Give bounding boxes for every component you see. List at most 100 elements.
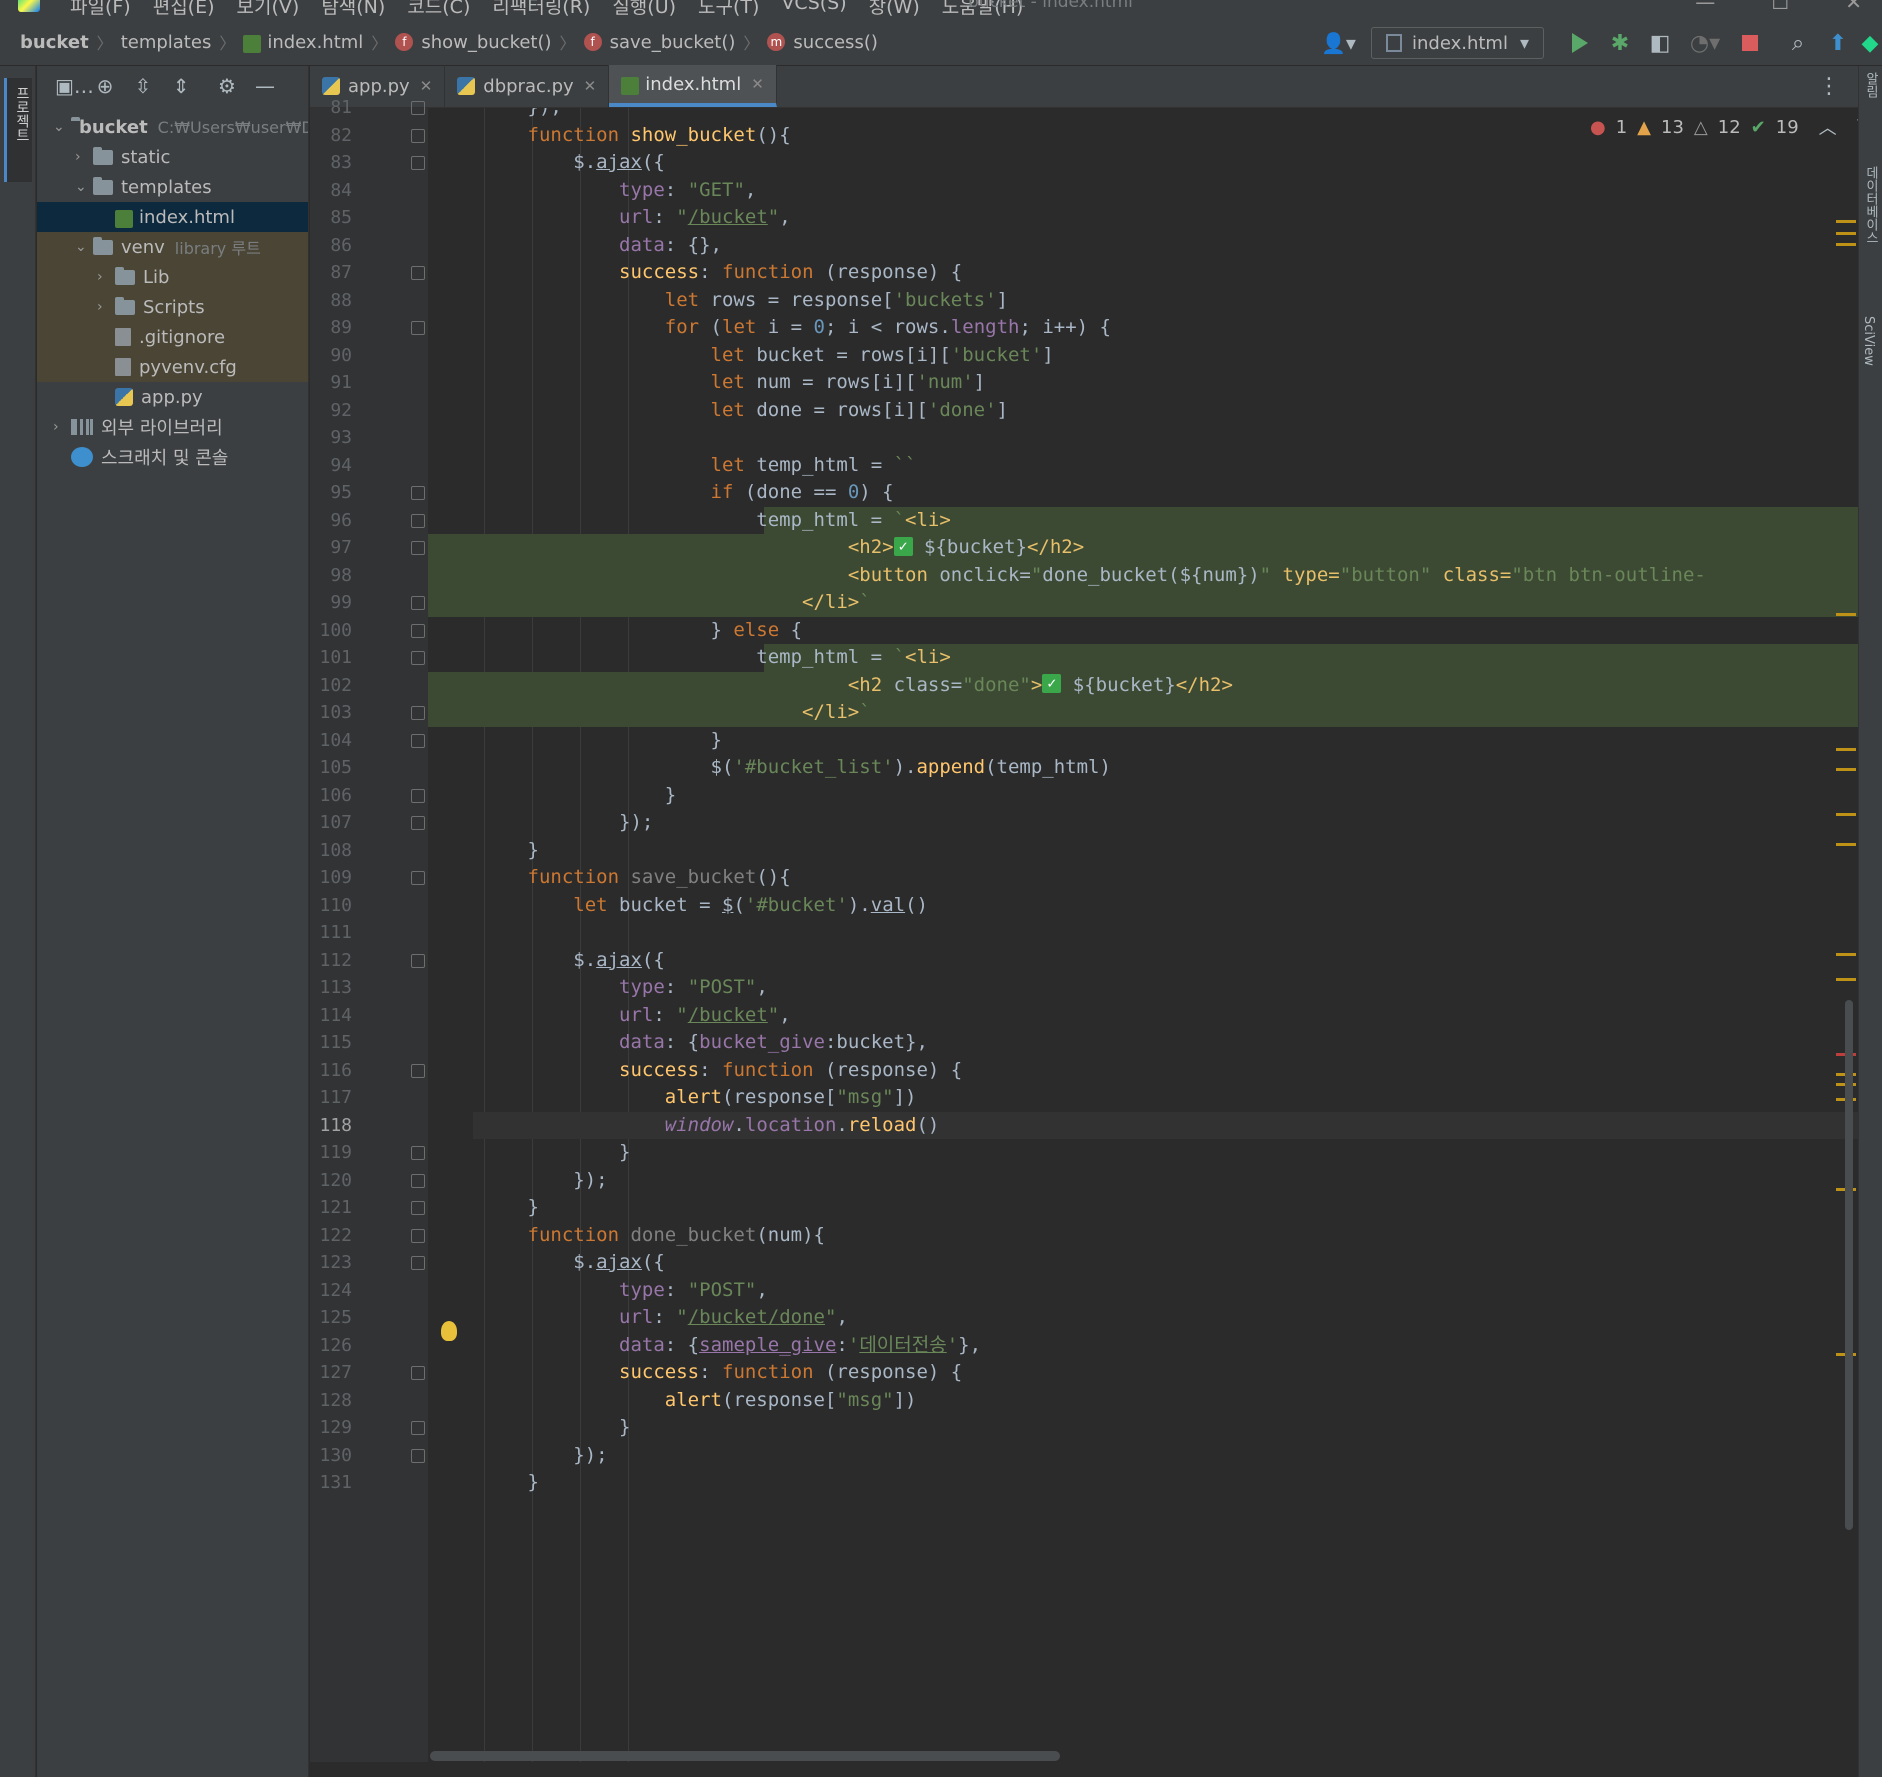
coverage-button[interactable]: ◧ [1640,28,1680,58]
fold-marker-icon[interactable] [411,871,425,885]
maximize-icon[interactable]: ☐ [1771,0,1789,14]
code-line[interactable]: url: "/bucket", [436,204,791,232]
code-line[interactable]: }); [436,108,562,122]
code-line[interactable]: let temp_html = `` [436,452,917,480]
fold-marker-icon[interactable] [411,541,425,555]
tree-item[interactable]: app.py [37,382,308,412]
run-button[interactable] [1560,28,1600,58]
error-stripe-mark[interactable] [1836,813,1856,816]
editor-tab[interactable]: dbprac.py ✕ [445,65,610,107]
code-line[interactable]: success: function (response) { [436,1359,962,1387]
code-line[interactable]: url: "/bucket", [436,1002,791,1030]
error-stripe-mark[interactable] [1836,953,1856,956]
code-line[interactable]: <h2> ✓ ${bucket}</h2> [436,534,1084,562]
tree-item[interactable]: ⌄ bucket C:₩Users₩user₩De [37,112,308,142]
code-line[interactable]: success: function (response) { [436,259,962,287]
code-line[interactable]: </li>` [436,699,871,727]
code-line[interactable]: temp_html = `<li> [436,644,951,672]
code-line[interactable]: $('#bucket_list').append(temp_html) [436,754,1111,782]
fold-marker-icon[interactable] [411,733,425,748]
fold-marker-icon[interactable] [411,128,425,143]
tree-item[interactable]: pyvenv.cfg [37,352,308,382]
tree-item[interactable]: .gitignore [37,322,308,352]
code-line[interactable]: data: {bucket_give:bucket}, [436,1029,928,1057]
fold-marker-icon[interactable] [411,1146,425,1160]
tree-item[interactable]: index.html [37,202,308,232]
close-icon[interactable]: ✕ [1845,0,1862,14]
fold-marker-icon[interactable] [411,816,425,830]
menu-item[interactable]: 파일(F) [70,0,131,18]
error-stripe-mark[interactable] [1836,613,1856,616]
menu-item[interactable]: 리팩터링(R) [492,0,590,18]
code-line[interactable]: for (let i = 0; i < rows.length; i++) { [436,314,1111,342]
code-line[interactable]: }); [436,1442,607,1470]
database-tool-tab[interactable]: 데이터베이스 [1861,166,1880,244]
code-line[interactable]: $.ajax({ [436,149,665,177]
code-line[interactable]: type: "POST", [436,974,768,1002]
error-stripe-mark[interactable] [1836,768,1856,771]
code-line[interactable]: <button onclick="done_bucket(${num})" ty… [436,562,1706,590]
menu-item[interactable]: 실행(U) [612,0,676,18]
expand-all-icon[interactable]: ⇳ [131,74,155,98]
stop-button[interactable] [1730,28,1770,58]
chevron-down-icon[interactable]: ⌄ [75,239,87,255]
notifications-tool-tab[interactable]: 알림 [1861,72,1880,98]
previous-problem-icon[interactable]: ︿ [1819,114,1837,140]
code-line[interactable]: alert(response["msg"]) [436,1084,917,1112]
fold-marker-icon[interactable] [411,1256,425,1270]
plugin-button[interactable]: ◆ [1858,28,1882,58]
code-line[interactable]: window.location.reload() [436,1112,940,1140]
menu-item[interactable]: 편집(E) [153,0,215,18]
code-line[interactable]: temp_html = `<li> [436,507,951,535]
fold-marker-icon[interactable] [411,1421,425,1435]
horizontal-scrollbar[interactable] [430,1751,1060,1761]
fold-marker-icon[interactable] [411,486,425,500]
code-line[interactable]: if (done == 0) { [436,479,894,507]
menu-item[interactable]: VCS(S) [781,0,846,18]
lightbulb-icon[interactable] [441,1321,457,1341]
search-button[interactable]: ⌕ [1778,28,1818,58]
collapse-all-icon[interactable]: ⇕ [169,74,193,98]
code-line[interactable]: $.ajax({ [436,947,665,975]
chevron-right-icon[interactable]: › [97,299,103,315]
tree-item[interactable]: › Lib [37,262,308,292]
close-tab-icon[interactable]: ✕ [420,77,433,95]
fold-marker-icon[interactable] [411,596,425,610]
code-line[interactable]: data: {}, [436,232,722,260]
fold-marker-icon[interactable] [411,651,425,665]
code-line[interactable]: let bucket = rows[i]['bucket'] [436,342,1054,370]
editor-tab[interactable]: index.html ✕ [609,65,777,107]
code-line[interactable]: } [436,1139,630,1167]
run-configuration-select[interactable]: index.html ▾ [1370,27,1544,59]
fold-marker-icon[interactable] [411,266,425,280]
menu-item[interactable]: 창(W) [869,0,920,18]
project-tool-tab[interactable]: 프로젝트 [4,78,32,182]
error-stripe-mark[interactable] [1836,843,1856,846]
fold-marker-icon[interactable] [411,788,425,803]
fold-marker-icon[interactable] [411,156,425,170]
code-line[interactable]: }); [436,809,653,837]
fold-marker-icon[interactable] [411,953,425,968]
breadcrumb-folder[interactable]: templates [121,32,212,53]
tree-item[interactable]: › Scripts [37,292,308,322]
chevron-down-icon[interactable]: ⌄ [75,179,87,195]
breadcrumb-project[interactable]: bucket [20,32,89,53]
hide-icon[interactable]: — [253,74,277,98]
code-line[interactable]: url: "/bucket/done", [436,1304,848,1332]
error-stripe-mark[interactable] [1836,243,1856,246]
code-line[interactable]: data: {sameple_give:'데이터전송'}, [436,1332,981,1360]
code-line[interactable]: function done_bucket(num){ [436,1222,825,1250]
fold-marker-icon[interactable] [411,321,425,335]
breadcrumb-function-save-bucket[interactable]: save_bucket() [610,32,736,53]
error-stripe-mark[interactable] [1836,232,1856,235]
menu-item[interactable]: 보기(V) [237,0,300,18]
fold-marker-icon[interactable] [411,1063,425,1078]
chevron-right-icon[interactable]: › [97,269,103,285]
gear-icon[interactable]: ⚙ [215,74,239,98]
chevron-right-icon[interactable]: › [53,419,59,435]
fold-marker-icon[interactable] [411,706,425,720]
error-stripe-mark[interactable] [1836,978,1856,981]
error-stripe-mark[interactable] [1836,748,1856,751]
sciview-tool-tab[interactable]: SciView [1861,316,1876,366]
code-line[interactable]: } else { [436,617,803,645]
